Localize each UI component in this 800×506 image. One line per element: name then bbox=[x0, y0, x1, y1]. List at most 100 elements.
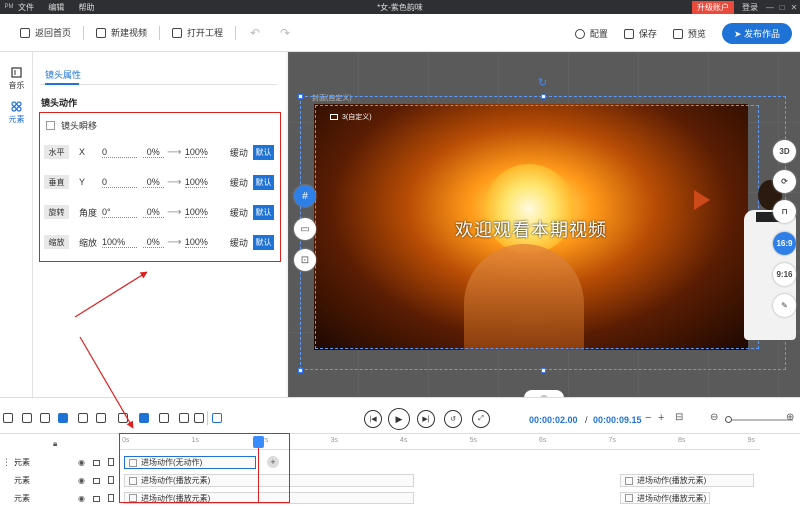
resize-handle[interactable] bbox=[298, 94, 303, 99]
upgrade-account-button[interactable]: 升级账户 bbox=[692, 0, 734, 14]
selection-frame-inner bbox=[315, 105, 759, 349]
preview-label: 预览 bbox=[687, 29, 706, 39]
new-video-button[interactable]: 新建视频 bbox=[88, 23, 155, 43]
fullscreen-icon[interactable]: ⤢ bbox=[472, 410, 490, 428]
resize-handle[interactable] bbox=[541, 368, 546, 373]
canvas-area[interactable]: 3(自定义) 欢迎观看本期视频 封面(自定义) ↻ # ▭ ⊡ 3D ⟳ ⊓ 1… bbox=[288, 52, 800, 397]
rotate-handle-icon[interactable]: ↻ bbox=[538, 76, 547, 89]
prev-frame-button[interactable]: |◀ bbox=[364, 410, 382, 428]
loop-icon[interactable]: ↺ bbox=[444, 410, 462, 428]
minimize-button[interactable]: — bbox=[764, 3, 776, 12]
nav-item-music[interactable]: 音乐 bbox=[0, 62, 33, 96]
divider bbox=[207, 411, 208, 425]
camera-icon[interactable] bbox=[139, 413, 149, 423]
person-icon[interactable] bbox=[159, 413, 169, 423]
timeline-clip[interactable]: 进场动作(播放元素) bbox=[620, 492, 710, 504]
track-header: 元素 ◉ bbox=[0, 471, 120, 489]
audio-wave-icon[interactable] bbox=[212, 413, 222, 423]
effect-icon[interactable] bbox=[78, 413, 88, 423]
ruler-tick: 6s bbox=[539, 437, 547, 444]
video-camera-icon[interactable] bbox=[3, 413, 13, 423]
lock-icon[interactable] bbox=[93, 496, 100, 502]
nav-item-element[interactable]: 元素 bbox=[0, 96, 33, 130]
track-name: 元素 bbox=[14, 457, 30, 467]
send-icon: ➤ bbox=[733, 29, 744, 39]
grid-toggle-icon[interactable]: # bbox=[294, 185, 316, 207]
magic-icon[interactable] bbox=[96, 413, 106, 423]
music-icon bbox=[11, 67, 22, 78]
gear-icon bbox=[574, 28, 585, 39]
collapse-panel-tab[interactable]: ︽ bbox=[524, 390, 564, 397]
timeline-clip[interactable]: 进场动作(播放元素) bbox=[620, 474, 754, 487]
trash-icon[interactable] bbox=[108, 476, 114, 484]
layout-icon[interactable]: ▭ bbox=[294, 218, 316, 240]
login-link[interactable]: 登录 bbox=[742, 2, 758, 13]
time-decrease-button[interactable]: − bbox=[645, 412, 651, 424]
resize-handle[interactable] bbox=[298, 368, 303, 373]
trash-icon[interactable] bbox=[108, 458, 114, 466]
ratio-9-16-button[interactable]: 9:16 bbox=[773, 263, 796, 286]
tab-active-indicator bbox=[45, 83, 79, 85]
resize-handle[interactable] bbox=[541, 94, 546, 99]
element-icon bbox=[11, 101, 22, 112]
fit-width-icon[interactable]: ⊟ bbox=[675, 412, 683, 423]
zoom-in-icon[interactable]: ⊕ bbox=[786, 412, 794, 423]
save-button[interactable]: 保存 bbox=[616, 24, 665, 44]
caption-icon[interactable] bbox=[118, 413, 128, 423]
clip-thumbnail bbox=[625, 476, 633, 485]
config-button[interactable]: 配置 bbox=[567, 24, 616, 44]
menu-edit[interactable]: 编辑 bbox=[48, 3, 64, 12]
new-file-icon bbox=[96, 27, 107, 38]
maximize-button[interactable]: □ bbox=[776, 3, 788, 12]
nav-label-element: 元素 bbox=[8, 115, 25, 124]
3d-button[interactable]: 3D bbox=[773, 140, 796, 163]
track-name: 元素 bbox=[14, 493, 30, 503]
lock-icon[interactable]: ⊓ bbox=[773, 200, 796, 223]
text-layer-icon[interactable] bbox=[58, 413, 68, 423]
eye-icon[interactable]: ◉ bbox=[78, 494, 85, 503]
save-label: 保存 bbox=[638, 29, 657, 39]
image-icon[interactable] bbox=[22, 413, 32, 423]
lock-all-icon[interactable]: 🔒︎ bbox=[53, 439, 57, 449]
lock-icon[interactable] bbox=[93, 478, 100, 484]
menu-help[interactable]: 帮助 bbox=[78, 3, 94, 12]
eye-icon[interactable]: ◉ bbox=[78, 476, 85, 485]
close-button[interactable]: ✕ bbox=[788, 3, 800, 12]
divider bbox=[159, 25, 161, 40]
edit-pen-icon[interactable]: ✎ bbox=[773, 294, 796, 317]
section-title: 镜头动作 bbox=[41, 98, 78, 108]
play-button[interactable]: ▶ bbox=[388, 408, 410, 430]
refresh-icon[interactable]: ⟳ bbox=[773, 170, 796, 193]
config-label: 配置 bbox=[589, 29, 608, 39]
open-project-label: 打开工程 bbox=[187, 28, 224, 38]
time-increase-button[interactable]: + bbox=[658, 412, 664, 424]
zoom-out-icon[interactable]: ⊖ bbox=[710, 412, 718, 423]
undo-icon[interactable]: ↶ bbox=[250, 26, 260, 40]
menu-file[interactable]: 文件 bbox=[18, 3, 34, 12]
ruler-tick: 7s bbox=[608, 437, 616, 444]
microphone-icon[interactable] bbox=[194, 413, 204, 423]
crop-icon[interactable] bbox=[40, 413, 50, 423]
publish-button[interactable]: ➤ 发布作品 bbox=[721, 23, 792, 44]
open-project-button[interactable]: 打开工程 bbox=[164, 23, 231, 43]
highlight-box-camera-actions bbox=[39, 112, 281, 262]
align-icon[interactable] bbox=[179, 413, 189, 423]
template-icon[interactable]: ⊡ bbox=[294, 249, 316, 271]
time-separator: / bbox=[585, 415, 588, 425]
eye-icon[interactable]: ◉ bbox=[78, 458, 85, 467]
home-button[interactable]: 返回首页 bbox=[12, 23, 79, 43]
preview-button[interactable]: 预览 bbox=[665, 24, 714, 44]
publish-label: 发布作品 bbox=[743, 29, 780, 39]
zoom-slider[interactable] bbox=[725, 416, 793, 423]
trash-icon[interactable] bbox=[108, 494, 114, 502]
zoom-slider-knob[interactable] bbox=[725, 416, 732, 423]
tab-camera-properties[interactable]: 镜头属性 bbox=[45, 68, 81, 81]
title-bar: PM 文件 编辑 帮助 *女-紫色韵味 升级账户 登录 — □ ✕ bbox=[0, 0, 800, 14]
redo-icon[interactable]: ↷ bbox=[280, 26, 290, 40]
ratio-16-9-button[interactable]: 16:9 bbox=[773, 232, 796, 255]
lock-icon[interactable] bbox=[93, 460, 100, 466]
track-name: 元素 bbox=[14, 475, 30, 485]
ruler-tick: 8s bbox=[678, 437, 686, 444]
next-frame-button[interactable]: ▶| bbox=[417, 410, 435, 428]
highlight-box-timeline bbox=[119, 433, 290, 503]
